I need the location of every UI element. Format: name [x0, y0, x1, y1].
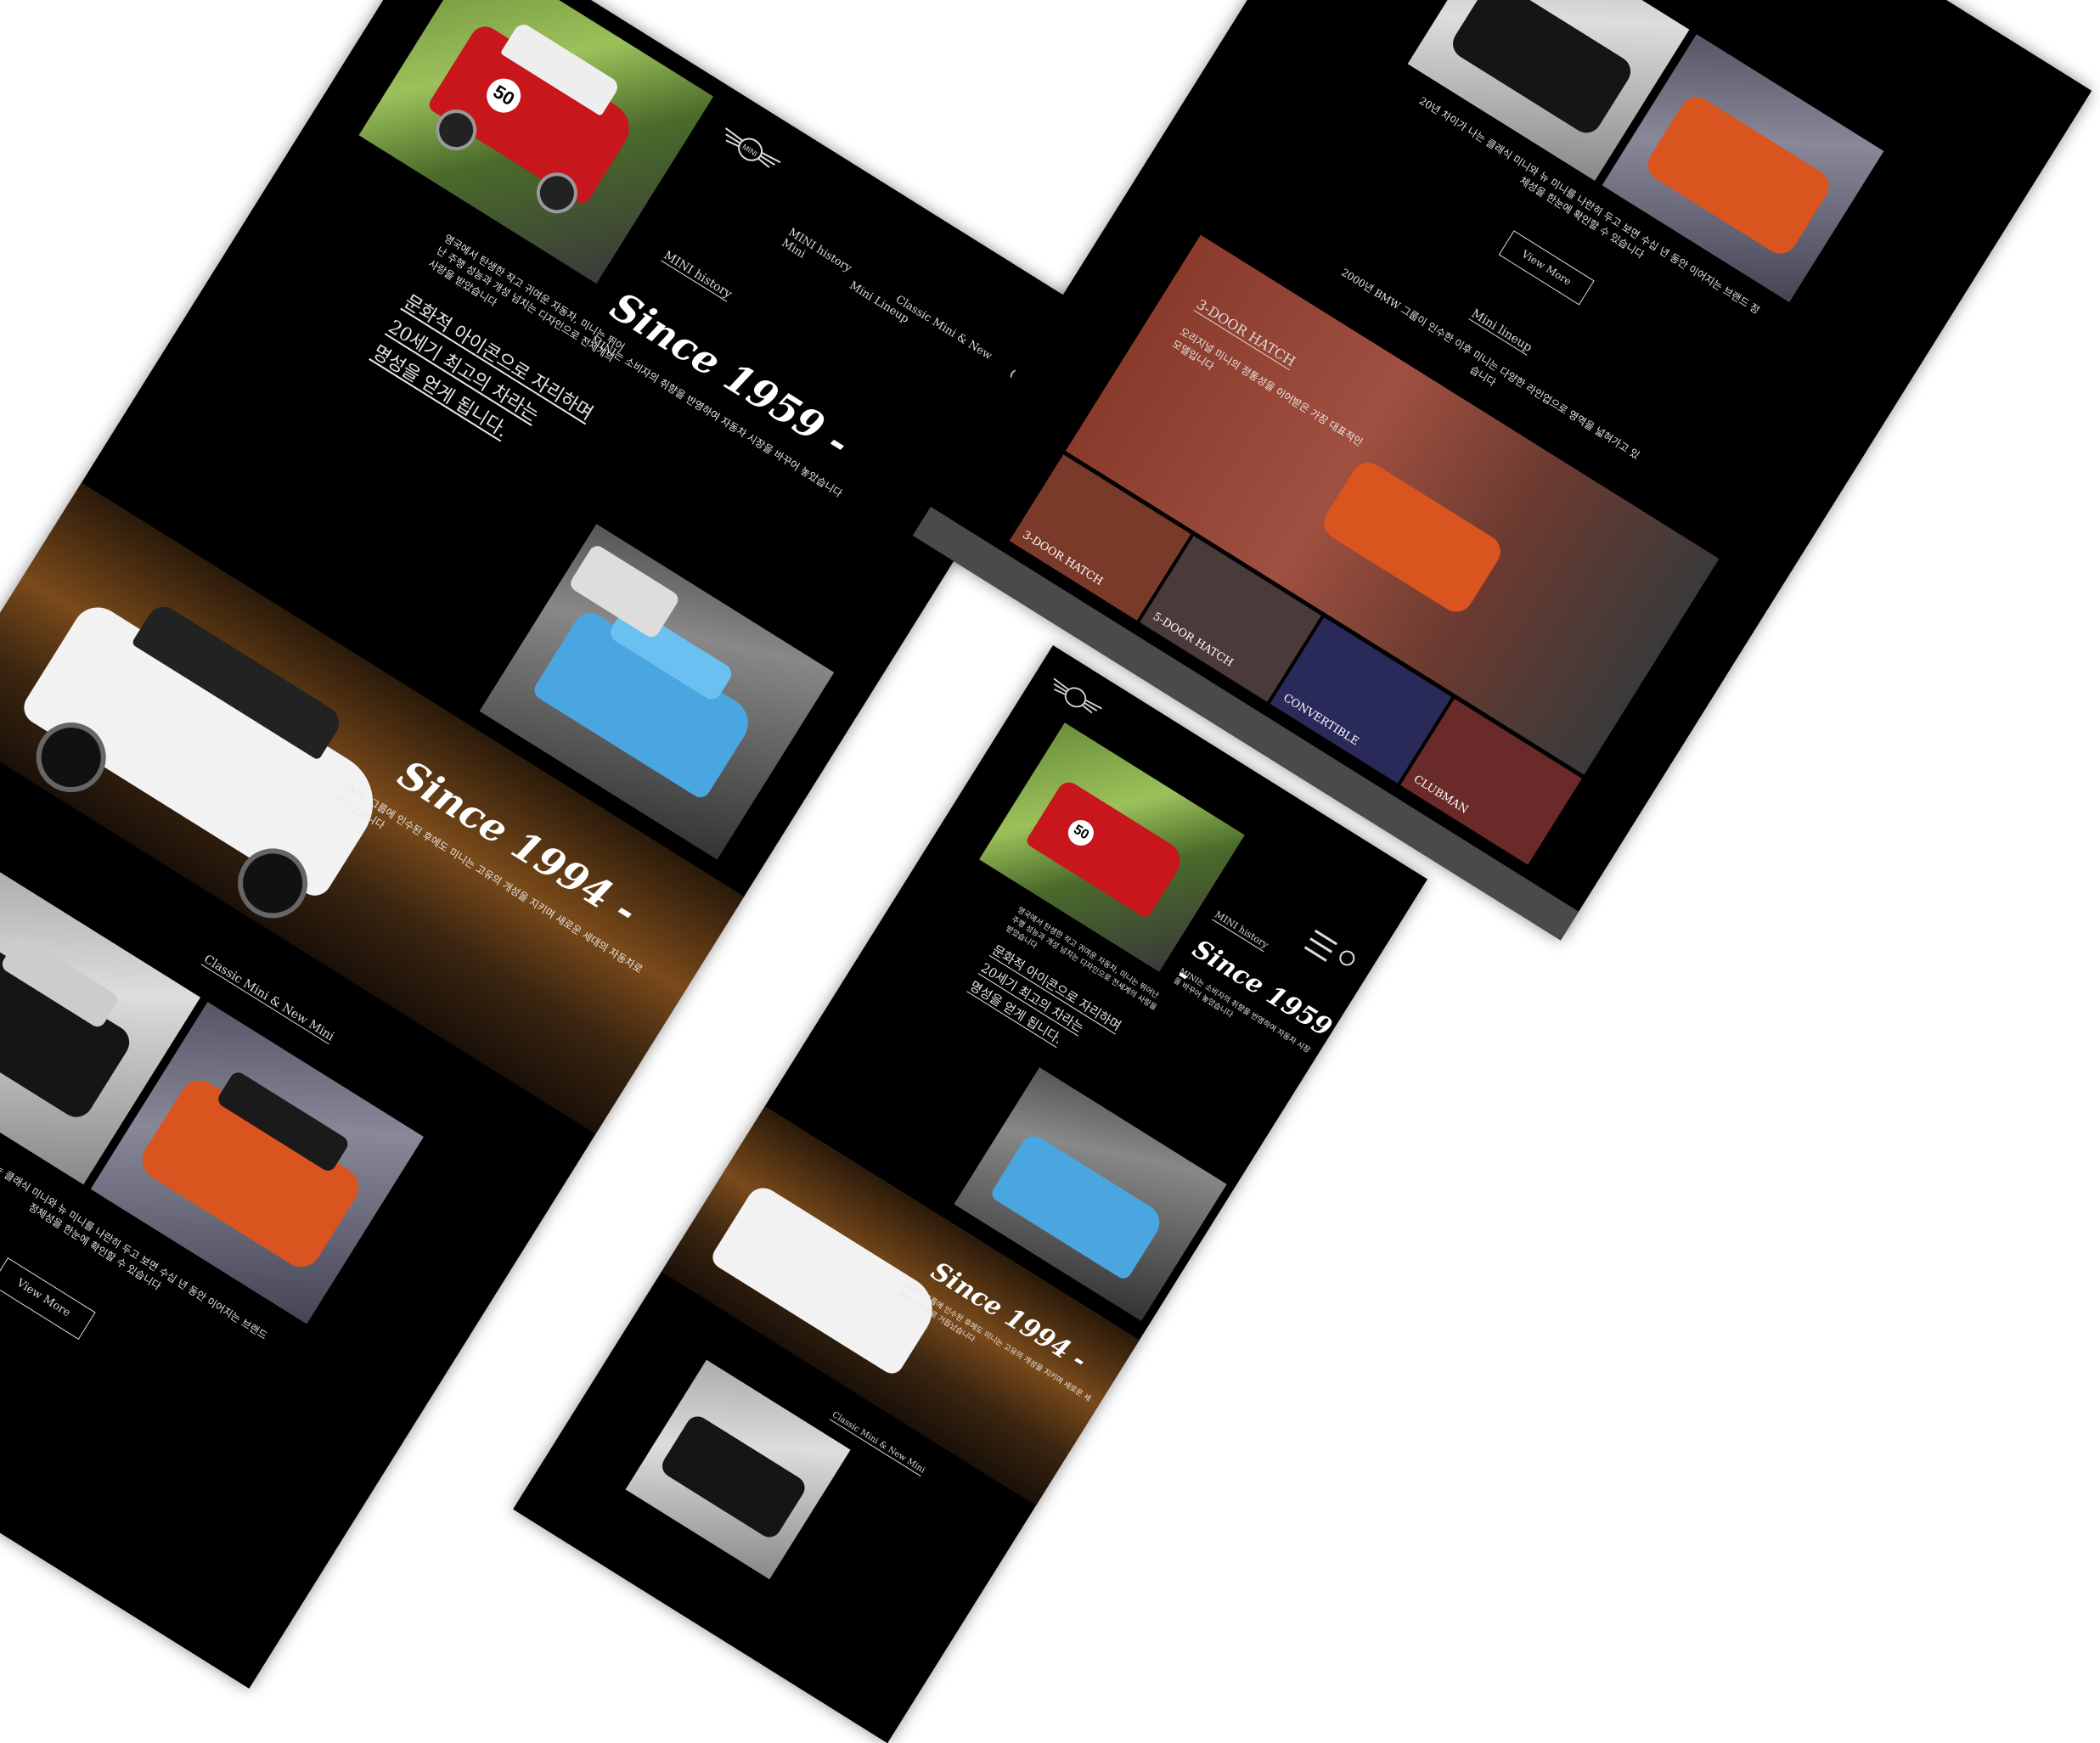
- view-more-button-tablet[interactable]: View More: [1498, 230, 1595, 306]
- orange-car-body: [1641, 90, 1836, 261]
- blue-car-body: [988, 1131, 1167, 1282]
- hero-photo-red-mini: 50: [358, 0, 714, 284]
- section-label-history-mobile[interactable]: MINI history: [1213, 909, 1270, 951]
- svg-text:MINI: MINI: [740, 143, 758, 159]
- black-car-body: [1447, 0, 1636, 139]
- mini-logo-mobile[interactable]: [1042, 669, 1108, 727]
- section-label-history[interactable]: MINI history: [662, 249, 735, 301]
- mini-wings-icon: [1053, 678, 1102, 714]
- thumb-label: CLUBMAN: [1410, 773, 1471, 817]
- photo-classic-mini-mobile: [625, 1359, 851, 1580]
- red-car-body: [1024, 778, 1188, 919]
- white-car-body: [708, 1181, 945, 1378]
- mini-wings-icon: MINI: [724, 127, 781, 168]
- black-car-body: [657, 1412, 809, 1542]
- section-label-lineup[interactable]: Mini lineup: [1469, 306, 1534, 354]
- orange-car-featured: [1317, 456, 1507, 619]
- mini-logo[interactable]: MINI: [712, 117, 788, 182]
- view-more-button[interactable]: View More: [0, 1257, 96, 1340]
- search-icon[interactable]: [1336, 947, 1358, 969]
- hamburger-menu-icon[interactable]: [1303, 929, 1337, 962]
